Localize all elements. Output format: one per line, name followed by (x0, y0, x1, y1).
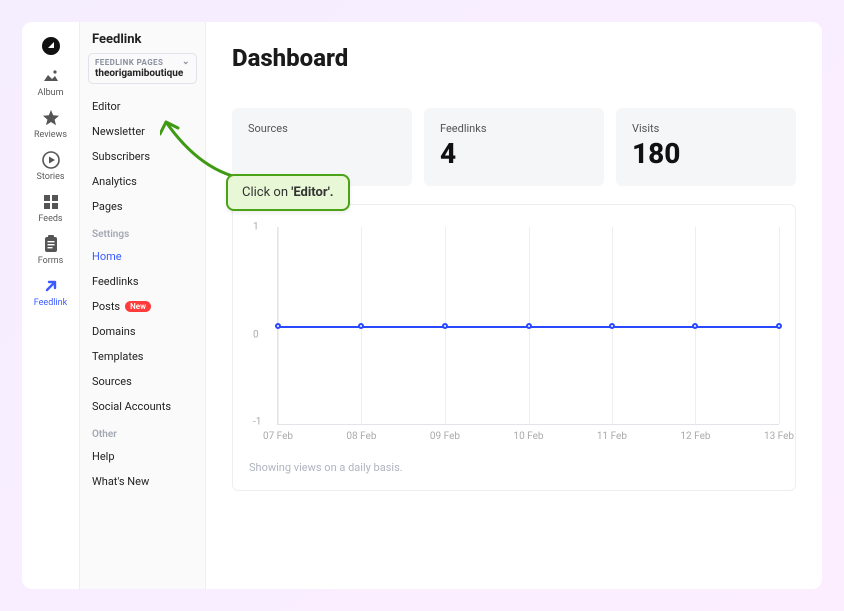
clipboard-icon (41, 234, 61, 254)
sidebar-item-pages[interactable]: Pages (86, 194, 199, 219)
rail-reviews[interactable]: Reviews (22, 102, 79, 144)
sidebar-item-templates[interactable]: Templates (86, 344, 199, 369)
line-chart: 1 0 -1 (267, 219, 779, 451)
y-tick: 1 (253, 222, 259, 233)
stat-visits: Visits 180 (616, 108, 796, 186)
data-marker (275, 323, 281, 329)
stat-label: Sources (248, 122, 396, 135)
selector-value: theorigamiboutique (95, 68, 190, 79)
stat-label: Visits (632, 122, 780, 135)
main-content: Dashboard Sources Feedlinks 4 Visits 180… (206, 22, 822, 589)
sidebar-item-help[interactable]: Help (86, 444, 199, 469)
sidebar-title: Feedlink (86, 32, 199, 53)
x-tick: 13 Feb (764, 431, 794, 442)
page-selector[interactable]: FEEDLINK PAGES ⌄ theorigamiboutique (88, 53, 197, 84)
stat-value (248, 137, 396, 167)
sidebar-item-editor[interactable]: Editor (86, 94, 199, 119)
x-tick: 08 Feb (346, 431, 376, 442)
section-other: Other (86, 419, 199, 444)
stat-value: 4 (440, 137, 588, 170)
sidebar-item-feedlinks[interactable]: Feedlinks (86, 269, 199, 294)
primary-rail: Album Reviews Stories Feeds Forms (22, 22, 80, 589)
arrow-icon (41, 276, 61, 296)
logo-icon (41, 36, 61, 56)
x-tick: 09 Feb (430, 431, 460, 442)
sidebar-item-posts[interactable]: PostsNew (86, 294, 199, 319)
sidebar-item-subscribers[interactable]: Subscribers (86, 144, 199, 169)
sidebar-item-newsletter[interactable]: Newsletter (86, 119, 199, 144)
play-icon (41, 150, 61, 170)
new-badge: New (125, 301, 151, 312)
sidebar-item-home[interactable]: Home (86, 244, 199, 269)
image-icon (41, 66, 61, 86)
plot-area: 07 Feb 08 Feb 09 Feb 10 Feb 11 Feb 12 Fe… (277, 227, 779, 425)
data-marker (692, 323, 698, 329)
chart-container: 1 0 -1 (232, 204, 796, 491)
x-tick: 12 Feb (680, 431, 710, 442)
sidebar-item-social[interactable]: Social Accounts (86, 394, 199, 419)
rail-stories[interactable]: Stories (22, 144, 79, 186)
sidebar-item-domains[interactable]: Domains (86, 319, 199, 344)
grid-icon (41, 192, 61, 212)
rail-feedlink[interactable]: Feedlink (22, 270, 79, 312)
stat-label: Feedlinks (440, 122, 588, 135)
chart-caption: Showing views on a daily basis. (249, 461, 779, 474)
x-tick: 10 Feb (513, 431, 543, 442)
data-marker (358, 323, 364, 329)
instruction-callout: Click on 'Editor'. (226, 174, 350, 211)
data-marker (442, 323, 448, 329)
section-settings: Settings (86, 219, 199, 244)
rail-feeds[interactable]: Feeds (22, 186, 79, 228)
sidebar-item-analytics[interactable]: Analytics (86, 169, 199, 194)
stat-feedlinks: Feedlinks 4 (424, 108, 604, 186)
data-marker (776, 323, 782, 329)
x-tick: 07 Feb (263, 431, 293, 442)
callout-target: 'Editor'. (291, 185, 333, 200)
sidebar-item-sources[interactable]: Sources (86, 369, 199, 394)
callout-text: Click on (242, 185, 291, 200)
data-marker (526, 323, 532, 329)
stat-value: 180 (632, 137, 780, 170)
page-title: Dashboard (232, 44, 796, 72)
y-tick: -1 (253, 417, 261, 428)
star-icon (41, 108, 61, 128)
rail-album[interactable]: Album (22, 60, 79, 102)
rail-logo[interactable] (22, 30, 79, 60)
chevron-down-icon: ⌄ (182, 57, 190, 67)
x-tick: 11 Feb (597, 431, 627, 442)
y-tick: 0 (253, 330, 259, 341)
rail-forms[interactable]: Forms (22, 228, 79, 270)
sidebar: Feedlink FEEDLINK PAGES ⌄ theorigamibout… (80, 22, 206, 589)
selector-label: FEEDLINK PAGES (95, 58, 163, 67)
app-frame: Album Reviews Stories Feeds Forms (22, 22, 822, 589)
data-marker (609, 323, 615, 329)
sidebar-item-whatsnew[interactable]: What's New (86, 469, 199, 494)
